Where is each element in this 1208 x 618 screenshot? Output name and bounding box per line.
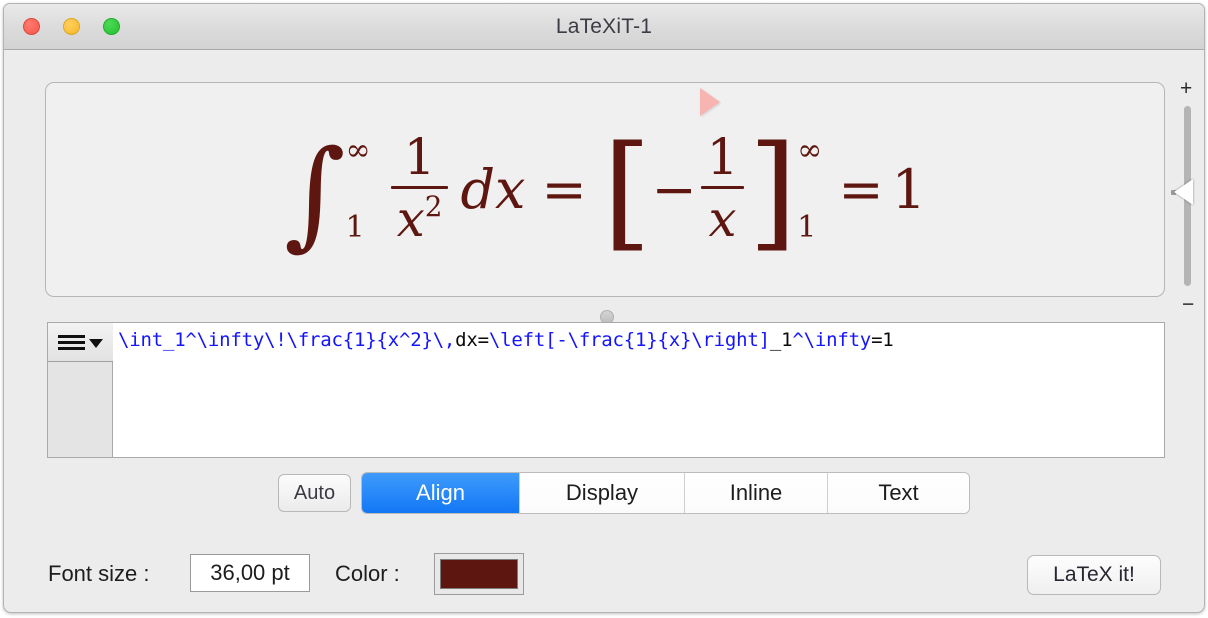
source-token-1: dx [455, 329, 477, 351]
latex-source-editor[interactable]: \int_1^\infty\!\frac{1}{x^2}\,dx=\left[-… [47, 322, 1165, 458]
latexit-window: LaTeXiT-1 ∫ ∞ 1 1 x2 dx = [3, 3, 1205, 613]
editor-menu-button[interactable] [48, 323, 113, 362]
zoom-in-label[interactable]: + [1180, 78, 1192, 99]
integral-sign: ∫ [284, 151, 345, 236]
font-size-label: Font size : [48, 561, 149, 587]
equals-sign-1: = [541, 158, 586, 221]
latex-source-text[interactable]: \int_1^\infty\!\frac{1}{x^2}\,dx=\left[-… [118, 329, 1158, 351]
tab-display[interactable]: Display [520, 473, 685, 513]
chevron-down-icon [89, 339, 103, 348]
integral-lower-limit: 1 [346, 213, 371, 243]
source-token-5: ^\infty [792, 329, 871, 351]
color-swatch[interactable] [440, 559, 518, 589]
drag-export-marker-icon[interactable] [700, 88, 720, 116]
denominator-exponent: 2 [425, 190, 443, 223]
integral-upper-limit: ∞ [346, 136, 371, 166]
rendered-equation: ∫ ∞ 1 1 x2 dx = [ − 1 [46, 83, 1164, 296]
zoom-out-label[interactable]: − [1182, 294, 1194, 315]
latexit-button[interactable]: LaTeX it! [1027, 555, 1161, 595]
window-title: LaTeXiT-1 [4, 15, 1204, 39]
source-token-3: \left[-\frac{1}{x}\right] [489, 329, 770, 351]
editor-gutter [48, 323, 113, 457]
color-well[interactable] [434, 553, 524, 595]
hamburger-menu-icon [58, 335, 85, 350]
bracket-open: [ [603, 143, 652, 241]
equation-preview-panel[interactable]: ∫ ∞ 1 1 x2 dx = [ − 1 [45, 82, 1165, 297]
window-titlebar[interactable]: LaTeXiT-1 [4, 4, 1204, 50]
fraction-numerator: 1 [398, 131, 442, 183]
bracket-limits: ∞ 1 [797, 136, 822, 243]
source-token-4: _1 [770, 329, 792, 351]
zoom-slider-thumb[interactable] [1174, 179, 1193, 205]
tab-text[interactable]: Text [828, 473, 969, 513]
bracket-upper-limit: ∞ [797, 136, 822, 166]
fraction-bar [701, 186, 745, 189]
integral-expression: ∫ ∞ 1 1 x2 dx = [ − 1 [284, 131, 926, 248]
auto-mode-button[interactable]: Auto [278, 474, 351, 512]
differential-dx: dx [460, 158, 525, 221]
bracket-close: ] [748, 143, 797, 241]
bracket-lower-limit: 1 [797, 213, 822, 243]
integral-limits: ∞ 1 [346, 136, 371, 243]
result-value: 1 [892, 158, 926, 221]
fraction-one-over-x-squared: 1 x2 [391, 131, 449, 248]
source-token-2: = [478, 329, 489, 351]
fraction-denominator: x2 [391, 192, 449, 248]
inner-numerator: 1 [701, 131, 745, 183]
equals-sign-2: = [838, 158, 883, 221]
inner-denominator: x [703, 192, 743, 248]
font-size-input[interactable]: 36,00 pt [190, 554, 310, 592]
fraction-one-over-x: 1 x [701, 131, 745, 248]
minus-sign: − [652, 158, 697, 221]
tab-inline[interactable]: Inline [685, 473, 828, 513]
mode-segmented-control[interactable]: Align Display Inline Text [361, 472, 970, 514]
tab-align[interactable]: Align [362, 473, 520, 513]
denominator-base: x [397, 190, 425, 248]
preview-zoom-slider[interactable]: + − [1171, 78, 1205, 318]
fraction-bar [391, 186, 449, 189]
source-token-6: =1 [871, 329, 893, 351]
color-label: Color : [335, 561, 400, 587]
source-token-0: \int_1^\infty\!\frac{1}{x^2}\, [118, 329, 455, 351]
